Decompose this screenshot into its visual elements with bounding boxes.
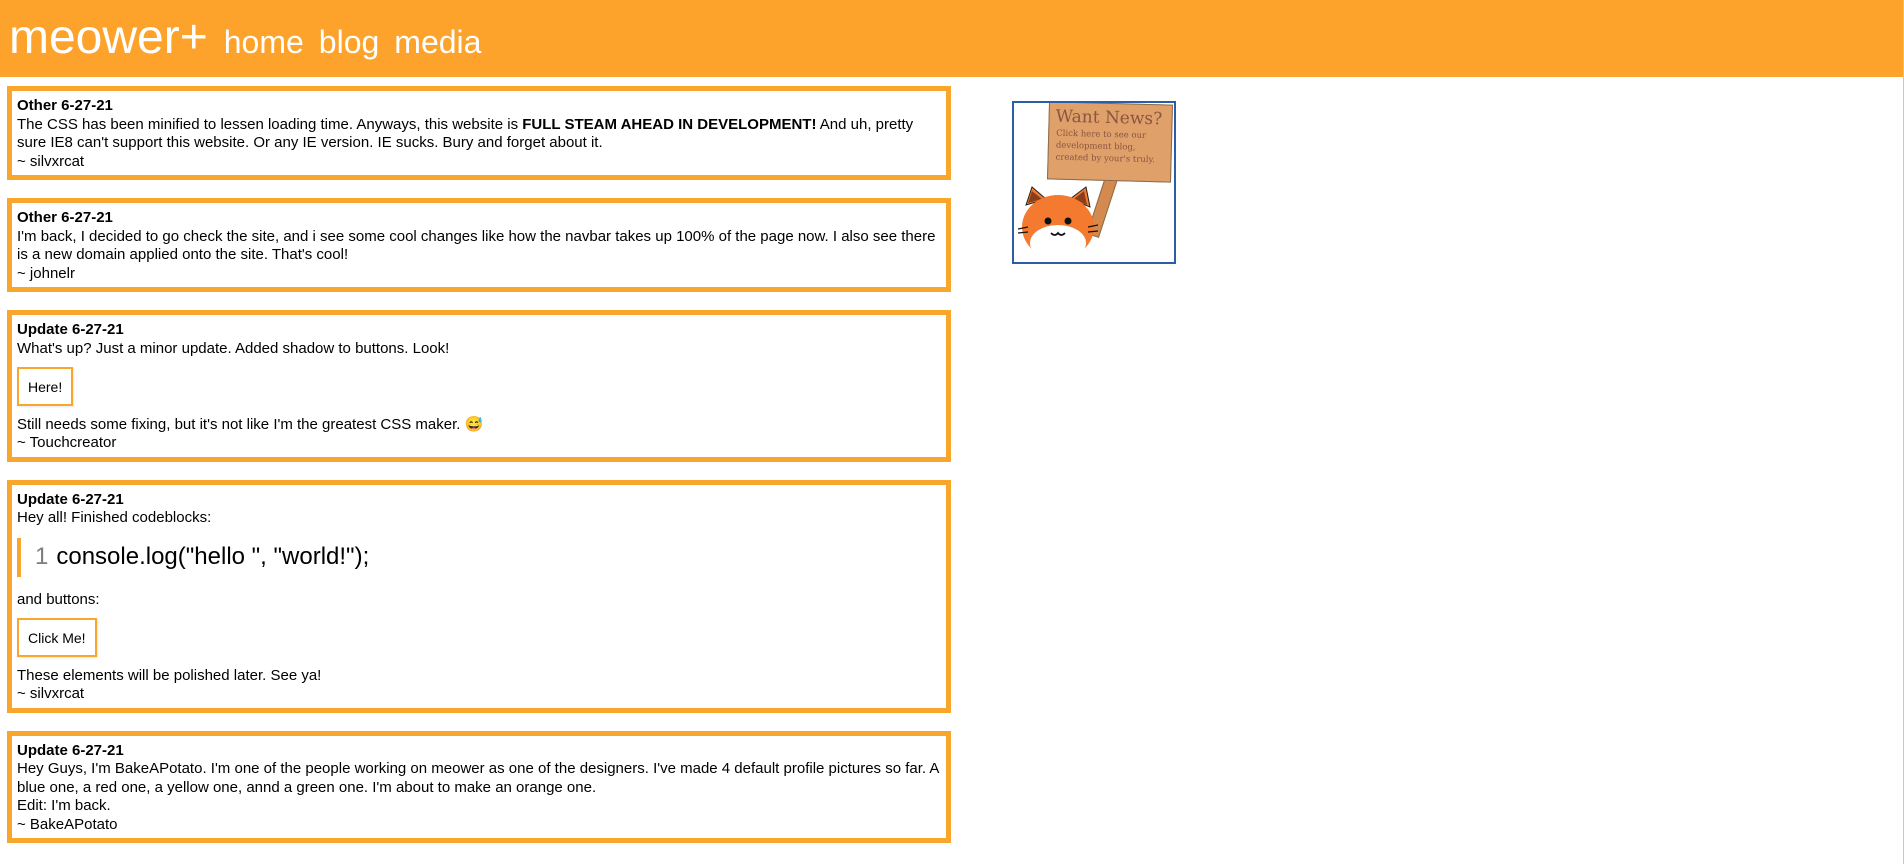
nav-link-blog[interactable]: blog: [319, 16, 380, 68]
post-body-text: What's up? Just a minor update. Added sh…: [17, 339, 450, 357]
post-card: Update 6-27-21 Hey all! Finished codeblo…: [7, 479, 951, 713]
post-title: Update 6-27-21: [17, 321, 124, 338]
news-sign: Want News? Click here to see our develop…: [1047, 103, 1173, 183]
post-card: Other 6-27-21 I'm back, I decided to go …: [7, 198, 951, 292]
page: meower+ home blog media Other 6-27-21 Th…: [0, 0, 1904, 864]
post-body-text: Hey all! Finished codeblocks:: [17, 509, 212, 526]
click-me-button[interactable]: Click Me!: [17, 618, 97, 657]
post-body-bold-text: FULL STEAM AHEAD IN DEVELOPMENT!: [522, 115, 817, 133]
post-title: Update 6-27-21: [17, 490, 124, 508]
post-signature: ~ silvxrcat: [17, 685, 85, 702]
codeblock: 1 console.log("hello ", "world!");: [17, 537, 942, 577]
here-button[interactable]: Here!: [17, 367, 74, 406]
news-sign-title: Want News?: [1055, 106, 1163, 130]
post-title: Update 6-27-21: [17, 741, 124, 759]
nav-link-media[interactable]: media: [394, 16, 481, 68]
post-title: Other 6-27-21: [17, 97, 113, 114]
post-body-text: I'm back, I decided to go check the site…: [17, 227, 936, 264]
post-card: Other 6-27-21 The CSS has been minified …: [7, 86, 951, 180]
nav-link-home[interactable]: home: [224, 16, 304, 68]
code-line: console.log("hello ", "world!");: [56, 542, 370, 570]
post-body: The CSS has been minified to lessen load…: [17, 116, 942, 153]
post-feed: Other 6-27-21 The CSS has been minified …: [7, 86, 951, 861]
orange-cat-mascot-icon: [1018, 186, 1099, 261]
post-body-text: The CSS has been minified to lessen load…: [17, 115, 523, 133]
want-news-banner-link[interactable]: Want News? Click here to see our develop…: [1012, 101, 1176, 264]
code-line-number: 1: [35, 542, 49, 570]
navbar: meower+ home blog media: [0, 0, 1904, 77]
post-card: Update 6-27-21 Hey Guys, I'm BakeAPotato…: [7, 730, 951, 843]
post-body-text: Hey Guys, I'm BakeAPotato. I'm one of th…: [17, 760, 939, 796]
post-card: Update 6-27-21 What's up? Just a minor u…: [7, 310, 951, 462]
news-sign-subtitle: Click here to see our development blog, …: [1055, 128, 1156, 166]
post-body-text: Still needs some fixing, but it's not li…: [17, 415, 484, 433]
post-title: Other 6-27-21: [17, 209, 113, 226]
brand-logo-link[interactable]: meower+: [9, 12, 208, 64]
post-signature: ~ silvxrcat: [17, 152, 85, 170]
post-body-text: and buttons:: [17, 590, 100, 608]
post-body-text: These elements will be polished later. S…: [17, 666, 322, 684]
post-signature: ~ BakeAPotato: [17, 815, 118, 833]
post-signature: ~ Touchcreator: [17, 434, 117, 451]
post-signature: ~ johnelr: [17, 264, 75, 282]
post-body-text: Edit: I'm back.: [17, 797, 111, 814]
